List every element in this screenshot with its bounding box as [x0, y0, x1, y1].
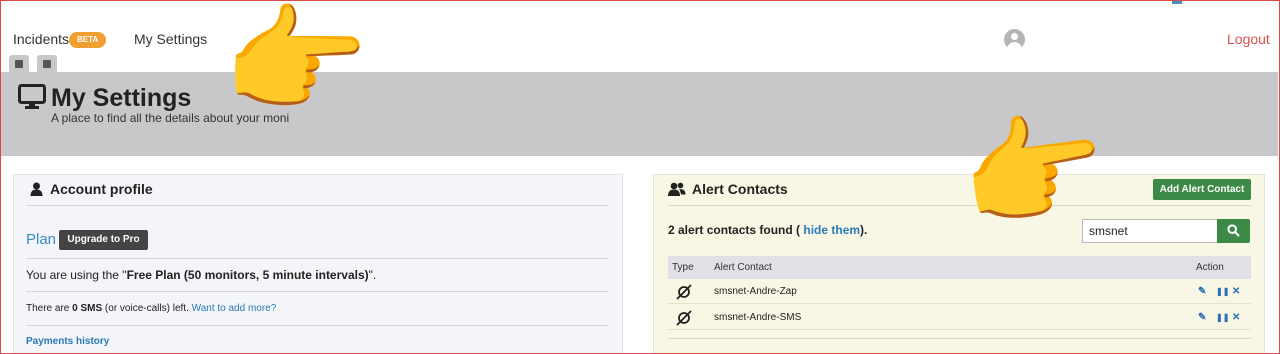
plan-label: Plan	[26, 231, 57, 248]
pause-icon[interactable]: ❚❚	[1216, 313, 1229, 322]
column-action: Action	[1196, 262, 1224, 273]
payments-history-link[interactable]: Payments history	[26, 336, 109, 347]
nav-my-settings-link[interactable]: My Settings	[134, 31, 207, 47]
divider	[26, 205, 609, 206]
table-row: smsnet-Andre-Zap ✎ ❚❚ ✕	[668, 279, 1251, 304]
column-alert-contact: Alert Contact	[714, 262, 772, 273]
upgrade-to-pro-button[interactable]: Upgrade to Pro	[59, 230, 148, 250]
add-sms-link[interactable]: Want to add more?	[192, 303, 277, 314]
alert-contacts-title: Alert Contacts	[692, 181, 788, 197]
edit-icon[interactable]: ✎	[1198, 286, 1206, 297]
account-profile-panel	[13, 174, 623, 354]
edit-icon[interactable]: ✎	[1198, 312, 1206, 323]
facebook-share-icon[interactable]	[37, 55, 57, 72]
hide-contacts-link[interactable]: hide them	[803, 223, 860, 237]
search-icon	[1227, 224, 1240, 237]
contact-name: smsnet-Andre-Zap	[714, 286, 797, 297]
plan-name: Free Plan (50 monitors, 5 minute interva…	[126, 268, 369, 282]
pause-icon[interactable]: ❚❚	[1216, 287, 1229, 296]
table-row: smsnet-Andre-SMS ✎ ❚❚ ✕	[668, 305, 1251, 330]
divider	[668, 205, 1251, 206]
divider	[668, 338, 1251, 339]
top-nav: Incidents BETA My Settings Logout	[0, 0, 1280, 72]
pointing-hand-icon: 👉	[222, 0, 369, 127]
logout-link[interactable]: Logout	[1227, 31, 1270, 47]
monitor-icon	[18, 84, 46, 109]
sms-credit-text: There are 0 SMS (or voice-calls) left. W…	[26, 303, 277, 314]
beta-badge: BETA	[69, 32, 107, 48]
webhook-type-icon	[676, 310, 692, 326]
page-title: My Settings	[51, 84, 192, 112]
add-alert-contact-button[interactable]: Add Alert Contact	[1153, 179, 1251, 200]
webhook-type-icon	[676, 284, 692, 300]
delete-icon[interactable]: ✕	[1232, 312, 1240, 323]
contact-name: smsnet-Andre-SMS	[714, 312, 802, 323]
divider	[26, 291, 609, 292]
pointing-hand-icon: 👉	[951, 96, 1116, 248]
account-profile-title: Account profile	[50, 181, 153, 197]
user-avatar-icon[interactable]	[1004, 29, 1025, 50]
delete-icon[interactable]: ✕	[1232, 286, 1240, 297]
nav-incidents-link[interactable]: Incidents	[13, 31, 69, 47]
divider	[26, 258, 609, 259]
divider	[26, 325, 609, 326]
users-icon	[668, 182, 686, 196]
contacts-table-header: Type Alert Contact Action	[668, 256, 1251, 279]
twitter-share-icon[interactable]	[9, 55, 29, 72]
user-icon	[30, 182, 43, 196]
column-type: Type	[672, 262, 694, 273]
search-button[interactable]	[1217, 219, 1250, 243]
alert-contacts-count: 2 alert contacts found ( hide them).	[668, 223, 868, 237]
plan-description: You are using the "Free Plan (50 monitor…	[26, 268, 377, 282]
